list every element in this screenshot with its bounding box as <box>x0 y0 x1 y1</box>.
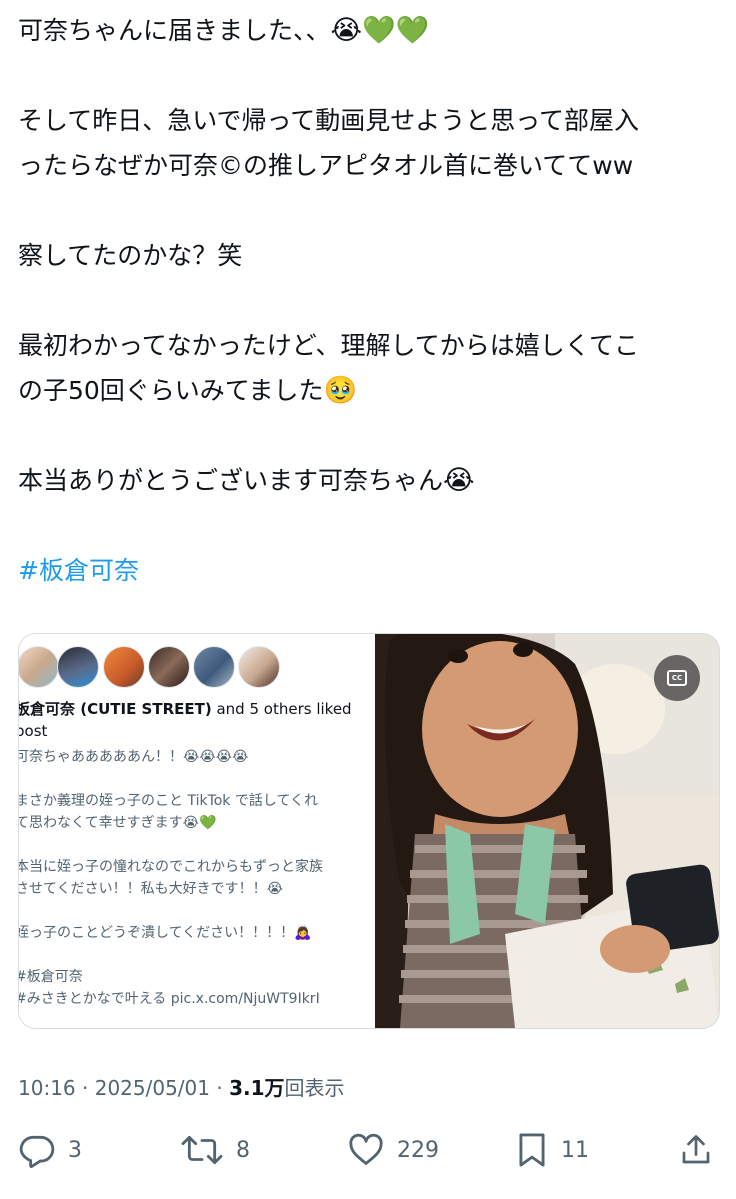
repost-count: 8 <box>236 1137 250 1163</box>
tweet-line: 察してたのかな？笑 <box>18 241 243 270</box>
liked-name: 板倉可奈 (CUTIE STREET) <box>19 700 212 718</box>
tweet-line: 本当ありがとうございます可奈ちゃん😭 <box>18 465 475 496</box>
tweet-text: 可奈ちゃんに届きました、、😭💚💚 そして昨日、急いで帰って動画見せようと思って部… <box>18 8 723 593</box>
media-container[interactable]: 板倉可奈 (CUTIE STREET) and 5 others liked p… <box>18 633 720 1029</box>
bookmark-icon <box>519 1133 545 1167</box>
quoted-post-text: 可奈ちゃあああああん！！😭😭😭😭 まさか義理の姪っ子のこと TikTok で話し… <box>19 749 323 1007</box>
reply-button[interactable]: 3 <box>18 1124 82 1176</box>
repost-button[interactable]: 8 <box>180 1124 250 1176</box>
tweet-time[interactable]: 10:16 <box>18 1076 76 1100</box>
tweet-line: ったらなぜか可奈©の推しアピタオル首に巻いててww <box>18 151 634 180</box>
avatar <box>238 646 280 688</box>
bookmark-count: 11 <box>561 1137 589 1163</box>
screenshot-card[interactable]: 板倉可奈 (CUTIE STREET) and 5 others liked p… <box>19 634 375 1028</box>
reply-icon <box>19 1135 55 1169</box>
like-icon <box>349 1133 383 1165</box>
bookmark-button[interactable]: 11 <box>515 1124 589 1176</box>
tweet-line: そして昨日、急いで帰って動画見せようと思って部屋入 <box>18 106 640 135</box>
view-count: 3.1万 <box>229 1076 285 1100</box>
captions-button[interactable]: CC <box>654 655 700 701</box>
emoji: 🥹 <box>323 375 358 406</box>
share-icon <box>682 1135 710 1164</box>
emoji: 😭 <box>443 465 475 496</box>
avatar <box>103 646 145 688</box>
views-label: 回表示 <box>284 1076 345 1100</box>
avatar <box>19 646 59 688</box>
action-bar: 3 8 229 11 <box>0 1124 736 1176</box>
avatar <box>57 646 99 688</box>
reply-count: 3 <box>68 1137 82 1163</box>
share-button[interactable] <box>678 1124 714 1176</box>
cc-icon: CC <box>667 670 687 686</box>
tweet-line: 最初わかってなかったけど、理解してからは嬉しくてこ <box>18 331 640 360</box>
avatar <box>148 646 190 688</box>
liked-by-text: 板倉可奈 (CUTIE STREET) and 5 others liked p… <box>19 698 352 742</box>
video-thumbnail[interactable]: CC <box>375 634 719 1028</box>
repost-icon <box>181 1135 223 1165</box>
tweet-line: 可奈ちゃんに届きました、、😭💚💚 <box>18 15 430 46</box>
like-button[interactable]: 229 <box>347 1124 439 1176</box>
emoji: 😭💚💚 <box>330 15 430 46</box>
tweet-meta: 10:16 · 2025/05/01 · 3.1万回表示 <box>18 1076 345 1100</box>
tweet-line: の子50回ぐらいみてました🥹 <box>18 375 358 406</box>
like-count: 229 <box>397 1137 439 1163</box>
tweet-date[interactable]: 2025/05/01 <box>95 1076 210 1100</box>
hashtag-link[interactable]: #板倉可奈 <box>18 556 139 585</box>
avatar <box>193 646 235 688</box>
